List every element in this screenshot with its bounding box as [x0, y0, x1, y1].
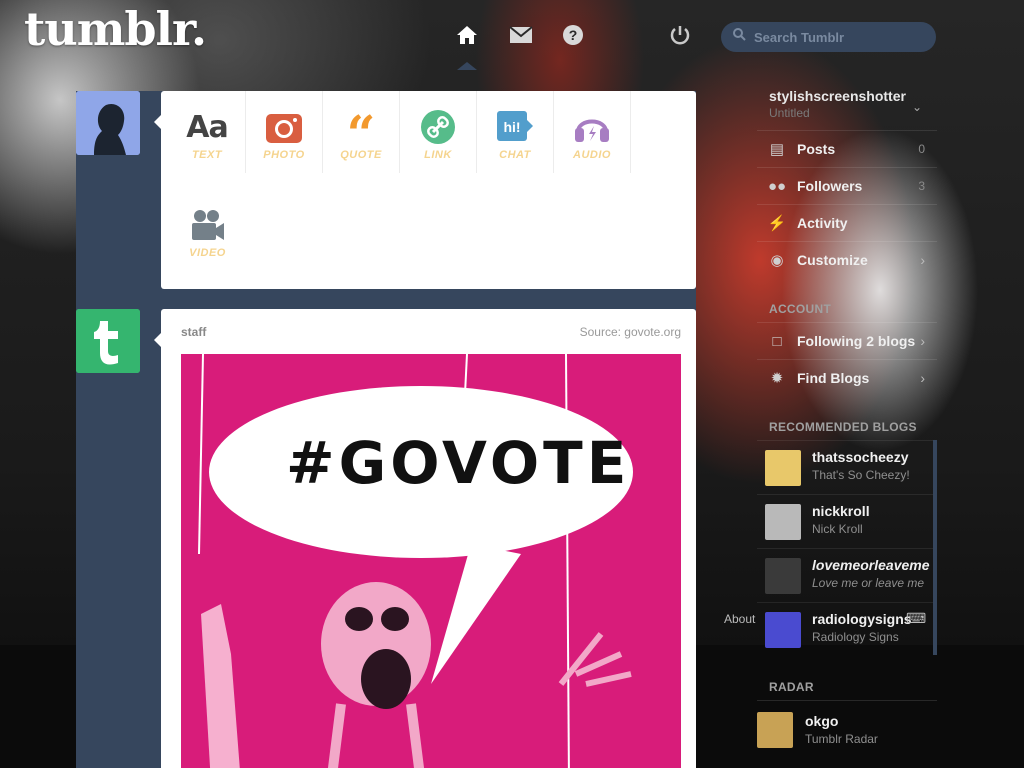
post-type-text[interactable]: Aa TEXT: [169, 91, 246, 173]
compass-icon: ✹: [770, 370, 784, 387]
text-icon: Aa: [186, 109, 228, 145]
post-source-link[interactable]: Source: govote.org: [580, 325, 681, 339]
blog-avatar: [757, 712, 793, 748]
recommended-blog[interactable]: lovemeorleaveme Love me or leave me: [757, 548, 937, 602]
chevron-right-icon: ›: [920, 252, 925, 268]
recommended-blog[interactable]: nickkroll Nick Kroll: [757, 494, 937, 548]
blog-avatar: [765, 450, 801, 486]
sidebar-item-activity[interactable]: ⚡ Activity: [757, 204, 937, 241]
headphones-icon: [572, 109, 612, 145]
recommended-blog[interactable]: thatssocheezy That's So Cheezy!: [757, 440, 937, 494]
following-icon: □: [772, 332, 782, 350]
keyboard-icon[interactable]: ⌨: [906, 610, 926, 627]
chevron-right-icon: ›: [920, 370, 925, 386]
followers-icon: ●●: [767, 177, 787, 195]
account-header: ACCOUNT: [769, 302, 832, 316]
radar-header: RADAR: [769, 680, 814, 694]
post-type-card: Aa TEXT PHOTO “ QUOTE LINK hi! CHAT AUDI…: [154, 91, 696, 289]
post-type-video[interactable]: VIDEO: [169, 189, 246, 271]
post-type-chat[interactable]: hi! CHAT: [477, 91, 554, 173]
svg-text:?: ?: [569, 27, 578, 43]
video-camera-icon: [188, 207, 228, 243]
svg-text:hi!: hi!: [503, 119, 520, 135]
search-box[interactable]: [721, 22, 936, 52]
blog-avatar: [765, 558, 801, 594]
search-icon: [733, 28, 746, 46]
blog-avatar: [765, 612, 801, 648]
sidebar-item-following[interactable]: □ Following 2 blogs ›: [757, 322, 937, 359]
home-active-indicator: [457, 62, 477, 70]
posts-icon: ▤: [769, 141, 785, 158]
recommended-header: RECOMMENDED BLOGS: [769, 420, 917, 434]
staff-post-card: staff Source: govote.org #GOVOTE: [154, 309, 696, 768]
chevron-down-icon[interactable]: ⌄: [912, 100, 922, 114]
sidebar-item-followers[interactable]: ●● Followers 3: [757, 167, 937, 204]
post-image-text: #GOVOTE: [286, 429, 631, 497]
post-image[interactable]: #GOVOTE: [181, 354, 681, 768]
camera-icon: [264, 109, 304, 145]
power-icon[interactable]: [667, 22, 693, 48]
blog-avatar: [765, 504, 801, 540]
staff-avatar[interactable]: [76, 309, 140, 373]
lightning-icon: ⚡: [767, 215, 787, 232]
sidebar-item-customize[interactable]: ◉ Customize ›: [757, 241, 937, 278]
sidebar-item-posts[interactable]: ▤ Posts 0: [757, 130, 937, 167]
help-icon[interactable]: ?: [560, 22, 586, 48]
tumblr-logo[interactable]: tumblr.: [24, 2, 207, 56]
sidebar-blog-subtitle: Untitled: [769, 106, 810, 120]
user-avatar[interactable]: [76, 91, 140, 155]
sidebar-blog-name: stylishscreenshotter: [769, 88, 906, 104]
eye-icon: ◉: [770, 252, 784, 269]
chat-icon: hi!: [495, 109, 535, 145]
post-type-quote[interactable]: “ QUOTE: [323, 91, 400, 173]
footer-about-link[interactable]: About: [724, 612, 755, 626]
radar-blog[interactable]: okgo Tumblr Radar: [757, 700, 937, 754]
mail-icon[interactable]: [508, 22, 534, 48]
quote-icon: “: [346, 104, 376, 163]
post-type-link[interactable]: LINK: [400, 91, 477, 173]
post-type-photo[interactable]: PHOTO: [246, 91, 323, 173]
link-icon: [418, 109, 458, 145]
recommended-scrollbar[interactable]: [933, 440, 937, 655]
search-input[interactable]: [754, 29, 924, 45]
home-icon[interactable]: [454, 22, 480, 48]
chevron-right-icon: ›: [920, 333, 925, 349]
post-type-audio[interactable]: AUDIO: [554, 91, 631, 173]
sidebar-item-find-blogs[interactable]: ✹ Find Blogs ›: [757, 359, 937, 396]
post-blog-name[interactable]: staff: [181, 325, 206, 339]
sidebar-blog[interactable]: stylishscreenshotter Untitled: [769, 88, 906, 120]
